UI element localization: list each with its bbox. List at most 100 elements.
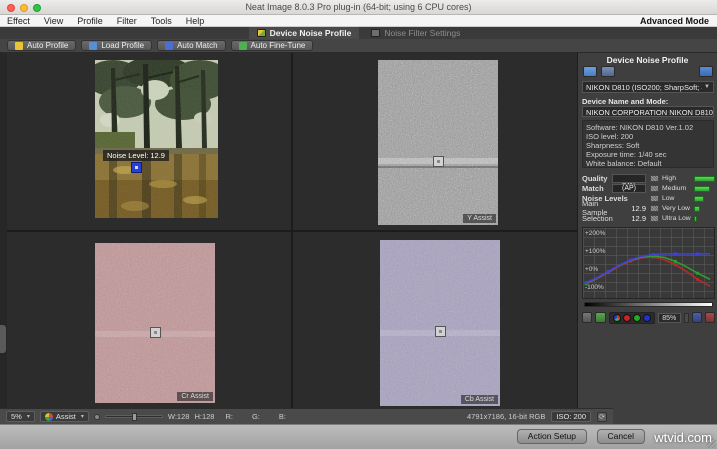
noise-sample-icon [650,184,659,192]
tone-gradient-bar [584,302,713,307]
freq-very-low-label: Very Low [662,204,690,212]
chevron-down-icon: ▾ [26,413,30,420]
menu-tools[interactable]: Tools [144,16,179,26]
undo-icon[interactable] [691,312,702,323]
match-value-box: (AP) [612,183,646,193]
slider-handle[interactable] [131,413,137,421]
auto-fine-tune-button[interactable]: Auto Fine-Tune [230,40,314,51]
profile-select-value: NIKON D810 (ISO200; SharpSoft; 4791x7186… [586,82,702,92]
freq-medium-label: Medium [662,184,687,192]
freq-high-label: High [662,174,676,182]
preview-y-channel[interactable]: Y Assist [378,60,498,225]
auto-match-button[interactable]: Auto Match [157,40,226,51]
zoom-level-value: 5% [11,411,22,421]
menu-effect[interactable]: Effect [0,16,37,26]
open-profile-icon[interactable] [583,66,597,77]
status-bar: 5% ▾ Assist ▾ W:128 H:128 R: G: B: 4791x… [0,408,613,424]
menu-view[interactable]: View [37,16,70,26]
auto-match-icon [165,41,174,50]
red-channel-button[interactable] [622,313,631,322]
preview-cb-channel[interactable]: Cb Assist [380,240,500,406]
freq-medium-bar [694,186,710,192]
image-info-group: 4791x7186, 16-bit RGB ISO: 200 ⟳ [467,411,607,422]
profile-select[interactable]: NIKON D810 (ISO200; SharpSoft; 4791x7186… [582,81,714,93]
preview-photo[interactable]: Noise Level: 12.9 [95,60,218,218]
device-noise-profile-panel: Device Noise Profile NIKON D810 (ISO200;… [577,53,717,424]
cr-selection-marker[interactable] [150,327,161,338]
info-white-balance: White balance: Default [586,159,662,168]
histogram-icon[interactable] [582,312,593,323]
cancel-button[interactable]: Cancel [596,429,645,444]
quality-meter: 74% [612,173,646,190]
assist-button[interactable]: Assist ▾ [39,411,89,422]
noise-sample-icon [650,214,659,222]
refresh-icon[interactable]: ⟳ [597,411,607,422]
freq-ultra-low-label: Ultra Low [662,214,691,222]
selection-size-slider[interactable] [104,413,163,421]
blue-channel-button[interactable] [642,313,651,322]
filter-settings-icon [371,29,381,37]
reset-icon[interactable] [704,312,716,323]
load-profile-button[interactable]: Load Profile [81,40,153,51]
selection-label: Selection [582,213,613,223]
action-setup-button[interactable]: Action Setup [516,429,587,444]
photo-selection-marker[interactable] [131,162,142,173]
freq-row-very-low: Very Low [650,203,716,213]
auto-profile-button[interactable]: Auto Profile [7,40,77,51]
iso-value: ISO: 200 [556,411,586,421]
graph-ylabel-neg100: -100% [585,284,604,291]
freq-high-bar [694,176,715,182]
equalizer-controls: 85% [582,311,716,324]
save-profile-icon[interactable] [601,66,615,77]
noise-sample-icon [650,174,659,182]
cb-assist-label: Cb Assist [460,395,498,404]
left-panel-strip [0,53,7,408]
load-profile-label: Load Profile [101,41,145,50]
info-exposure: Exposure time: 1/40 sec [586,150,667,159]
photo-image [95,60,218,218]
left-panel-handle[interactable] [0,325,6,353]
menu-profile[interactable]: Profile [70,16,110,26]
y-selection-marker[interactable] [433,156,444,167]
freq-row-ultra-low: Ultra Low [650,213,716,223]
profile-options-icon[interactable] [699,66,713,77]
graph-ylabel-0: +0% [585,266,599,273]
quality-label: Quality [582,173,608,183]
profile-info-box: Software: NIKON D810 Ver.1.02 ISO level:… [582,120,714,168]
rgb-channel-button[interactable] [612,313,621,322]
green-channel-button[interactable] [632,313,641,322]
equalizer-value-field[interactable]: 85% [657,312,682,323]
info-software: Software: NIKON D810 Ver.1.02 [586,123,694,132]
profile-toolbar: Auto Profile Load Profile Auto Match Aut… [0,39,717,53]
pixel-g: G: [251,412,260,421]
cb-noise-texture [380,240,500,406]
assist-label: Assist [55,411,76,421]
window-title: Neat Image 8.0.3 Pro plug-in (64-bit; us… [245,2,472,12]
cb-selection-marker[interactable] [435,326,446,337]
selection-width: W:128 [167,412,190,421]
equalizer-graph[interactable]: +200% +100% +0% -100% [582,227,715,299]
device-name-value: NIKON CORPORATION NIKON D810 [582,106,714,117]
menu-filter[interactable]: Filter [110,16,144,26]
equalizer-stepper[interactable] [684,312,689,323]
green-channel-curve [585,255,711,285]
zoom-level-select[interactable]: 5% ▾ [6,411,35,422]
freq-row-low: Low [650,193,716,203]
curves-icon[interactable] [595,312,606,323]
freq-very-low-bar [694,206,700,212]
folder-icon [89,41,98,50]
stage-tab-bar: Device Noise Profile Noise Filter Settin… [0,27,717,39]
tab-device-noise-profile[interactable]: Device Noise Profile [248,27,360,39]
pixel-b: B: [278,412,286,421]
auto-fine-tune-label: Auto Fine-Tune [250,41,306,50]
probe-icon[interactable] [93,413,100,420]
chevron-down-icon: ▾ [80,413,84,420]
graph-ylabel-200: +200% [585,230,606,237]
info-sharpness: Sharpness: Soft [586,141,640,150]
preview-cr-channel[interactable]: Cr Assist [95,243,215,403]
tab-noise-filter-settings[interactable]: Noise Filter Settings [363,27,468,39]
panel-title: Device Noise Profile [606,55,689,65]
menu-help[interactable]: Help [179,16,212,26]
selection-value: 12.9 [631,213,646,223]
viewer-divider-horizontal [7,230,577,232]
